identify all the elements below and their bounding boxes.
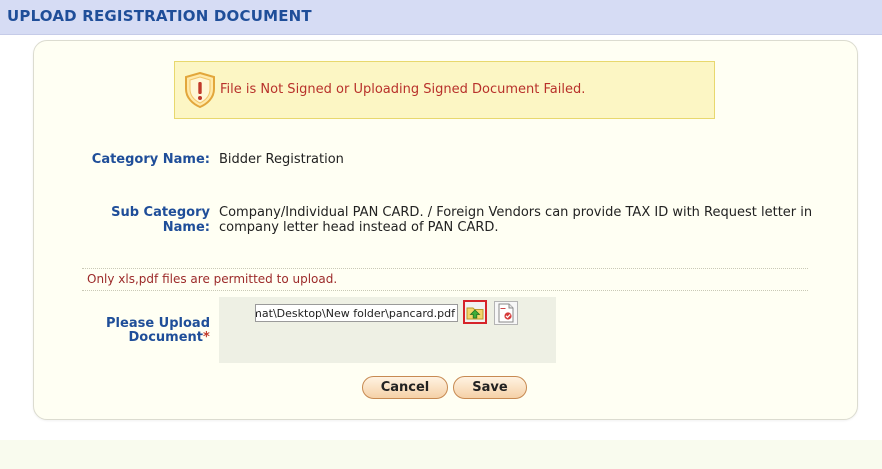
sign-document-button[interactable]: [494, 301, 518, 325]
warning-shield-icon: [185, 72, 215, 108]
file-type-note: Only xls,pdf files are permitted to uplo…: [87, 272, 338, 286]
upload-label-line2: Document: [128, 330, 203, 345]
upload-label-line1: Please Upload: [106, 316, 210, 331]
divider-bottom: [82, 290, 808, 291]
subcategory-value-line1: Company/Individual PAN CARD. / Foreign V…: [219, 205, 813, 220]
file-path-input[interactable]: s\sumat\Desktop\New folder\pancard.pdf: [255, 304, 458, 322]
cancel-button[interactable]: Cancel: [362, 376, 448, 399]
alert-message: File is Not Signed or Uploading Signed D…: [220, 82, 586, 97]
subcategory-label-line2: Name:: [162, 220, 210, 235]
browse-upload-button[interactable]: [463, 300, 487, 324]
category-value: Bidder Registration: [219, 152, 344, 167]
divider-top: [82, 268, 808, 269]
signed-document-icon: [498, 303, 514, 323]
upload-folder-icon: [466, 307, 484, 320]
page-header: UPLOAD REGISTRATION DOCUMENT: [0, 0, 882, 35]
subcategory-value-line2: company letter head instead of PAN CARD.: [219, 220, 499, 235]
page-title: UPLOAD REGISTRATION DOCUMENT: [7, 7, 312, 25]
file-path-text: s\sumat\Desktop\New folder\pancard.pdf: [256, 307, 455, 320]
footer-band: [0, 440, 882, 469]
required-marker: *: [203, 330, 210, 345]
subcategory-label-line1: Sub Category: [111, 205, 210, 220]
category-label: Category Name:: [91, 152, 210, 167]
save-button[interactable]: Save: [453, 376, 527, 399]
